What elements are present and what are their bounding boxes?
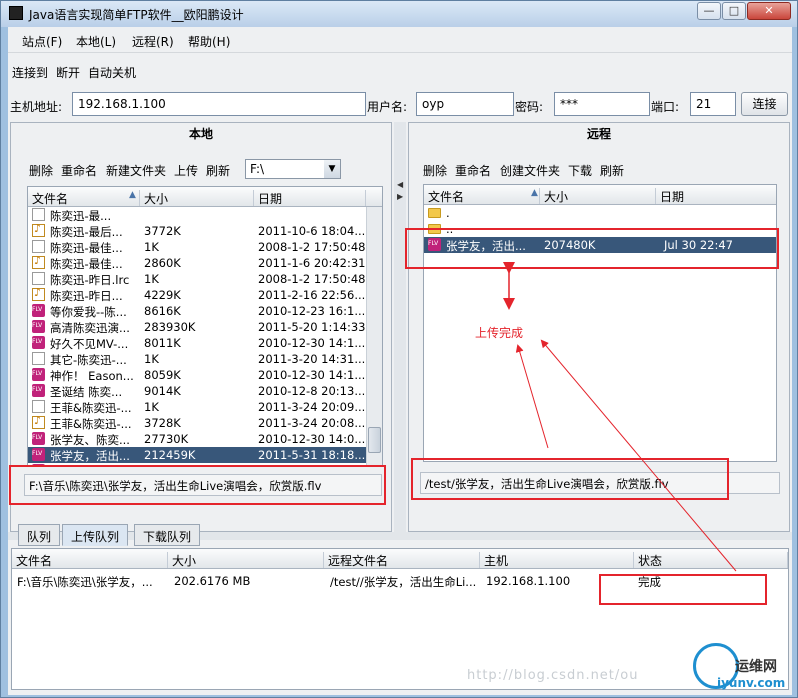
watermark-logo-top: 运维网 [735, 659, 777, 675]
watermark-url: http://blog.csdn.net/ou [467, 668, 639, 683]
annotation-arrows [503, 262, 737, 572]
arrow-remote-path [515, 344, 549, 449]
arrow-status [540, 339, 737, 572]
watermark-logo-bottom: iyunv.com [717, 676, 786, 690]
app-window: Java语言实现简单FTP软件__欧阳鹏设计 — □ ✕ 站点(F) 本地(L)… [0, 0, 798, 698]
